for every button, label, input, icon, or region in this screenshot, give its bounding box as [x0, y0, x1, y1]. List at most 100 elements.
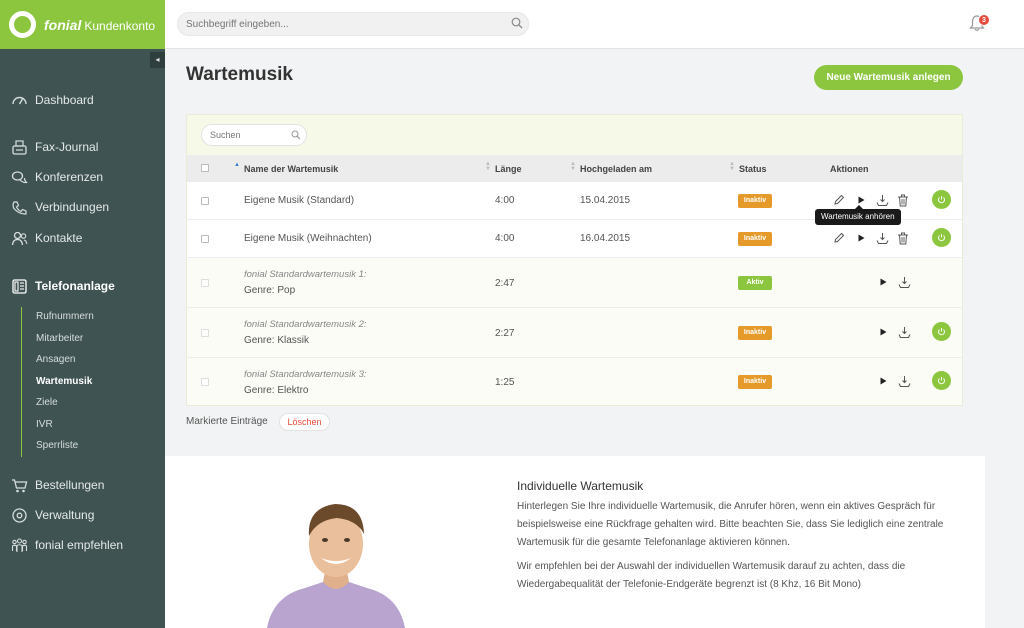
info-panel: Individuelle Wartemusik Hinterlegen Sie …	[165, 456, 985, 628]
sidebar-collapse-button[interactable]: ◂	[150, 52, 165, 68]
speedometer-icon	[10, 91, 28, 109]
sidebar-item-label: fonial empfehlen	[35, 538, 124, 552]
sidebar-subitem-sperrliste[interactable]: Sperrliste	[36, 440, 78, 451]
download-icon[interactable]	[875, 193, 889, 207]
row-length: 2:27	[495, 328, 515, 339]
sidebar-subitem-ivr[interactable]: IVR	[36, 419, 53, 430]
download-icon[interactable]	[897, 325, 911, 339]
sidebar-item-verwaltung[interactable]: Verwaltung	[10, 506, 94, 524]
power-icon[interactable]	[932, 190, 951, 209]
download-icon[interactable]	[897, 374, 911, 388]
table-header: ▲ Name der Wartemusik ▲ ▼ Länge ▲ ▼ Hochge…	[187, 155, 962, 181]
row-length: 1:25	[495, 377, 515, 388]
sidebar-item-dashboard[interactable]: Dashboard	[10, 91, 94, 109]
info-paragraph-2: Wir empfehlen bei der Auswahl der indivi…	[517, 558, 957, 594]
sidebar-subitem-wartemusik[interactable]: Wartemusik	[36, 376, 92, 387]
download-icon[interactable]	[897, 275, 911, 289]
power-icon[interactable]	[932, 322, 951, 341]
sort-icon[interactable]: ▲ ▼	[485, 161, 491, 172]
row-length: 4:00	[495, 195, 515, 206]
sidebar-subitem-mitarbeiter[interactable]: Mitarbeiter	[36, 333, 83, 344]
pencil-icon[interactable]	[832, 231, 846, 245]
info-line: Wir empfehlen bei der Auswahl der indivi…	[517, 561, 906, 572]
row-length: 2:47	[495, 278, 515, 289]
row-genre: Genre: Pop	[244, 285, 296, 296]
search-icon[interactable]	[291, 130, 301, 140]
sort-icon[interactable]: ▲ ▼	[570, 161, 576, 172]
column-header-actions: Aktionen	[830, 164, 869, 174]
sidebar-item-konferenzen[interactable]: Konferenzen	[10, 168, 103, 186]
row-name-line1: fonial Standardwartemusik 1:	[244, 269, 367, 280]
sidebar-item-verbindungen[interactable]: Verbindungen	[10, 198, 109, 216]
row-checkbox[interactable]	[201, 279, 209, 287]
logo[interactable]: fonial Kundenkonto	[0, 0, 165, 49]
table-row: fonial Standardwartemusik 3: Genre: Elek…	[187, 357, 962, 405]
info-line: beispielsweise eine Rückfrage gehalten w…	[517, 519, 944, 530]
row-checkbox[interactable]	[201, 235, 209, 243]
sort-asc-icon[interactable]: ▲	[234, 162, 240, 168]
info-line: Hinterlegen Sie Ihre individuelle Wartem…	[517, 501, 936, 512]
sidebar-item-label: Verwaltung	[35, 508, 95, 522]
fax-icon	[10, 138, 28, 156]
row-name-line1: fonial Standardwartemusik 3:	[244, 369, 367, 380]
sidebar-item-label: Konferenzen	[35, 170, 104, 184]
gear-icon	[10, 506, 28, 524]
sidebar-item-label: Verbindungen	[35, 200, 110, 214]
new-hold-music-button[interactable]: Neue Wartemusik anlegen	[814, 65, 963, 90]
bulk-actions-label: Markierte Einträge	[186, 416, 268, 427]
global-search-input[interactable]	[177, 12, 529, 36]
sidebar-item-fax-journal[interactable]: Fax-Journal	[10, 138, 98, 156]
notification-badge[interactable]: 3	[978, 14, 990, 26]
delete-selected-button[interactable]: Löschen	[279, 413, 330, 431]
row-checkbox[interactable]	[201, 329, 209, 337]
info-title: Individuelle Wartemusik	[517, 479, 644, 493]
trash-icon[interactable]	[896, 193, 910, 207]
sidebar-item-kontakte[interactable]: Kontakte	[10, 229, 82, 247]
play-tooltip: Wartemusik anhören	[815, 205, 901, 225]
column-header-length[interactable]: Länge	[495, 164, 522, 174]
play-icon[interactable]	[854, 231, 868, 245]
column-header-name[interactable]: Name der Wartemusik	[244, 164, 338, 174]
brand-name: fonial	[44, 16, 82, 33]
sidebar-subitem-rufnummern[interactable]: Rufnummern	[36, 311, 94, 322]
sidebar-subitem-ziele[interactable]: Ziele	[36, 397, 58, 408]
status-badge: Inaktiv	[738, 194, 772, 208]
row-uploaded: 15.04.2015	[580, 195, 631, 206]
table-row: fonial Standardwartemusik 2: Genre: Klas…	[187, 307, 962, 357]
status-badge: Inaktiv	[738, 375, 772, 389]
hold-music-table: ▲ Name der Wartemusik ▲▼ Länge ▲▼ Hochge…	[186, 114, 963, 406]
table-row: fonial Standardwartemusik 1: Genre: Pop …	[187, 257, 962, 307]
sidebar-item-bestellungen[interactable]: Bestellungen	[10, 476, 104, 494]
trash-icon[interactable]	[896, 231, 910, 245]
sidebar-item-label: Dashboard	[35, 93, 94, 107]
select-all-checkbox[interactable]	[201, 164, 209, 172]
power-icon[interactable]	[932, 371, 951, 390]
phone-icon	[10, 198, 28, 216]
row-genre: Genre: Klassik	[244, 335, 310, 346]
download-icon[interactable]	[875, 231, 889, 245]
play-icon[interactable]	[876, 325, 890, 339]
row-length: 4:00	[495, 233, 515, 244]
play-icon[interactable]	[876, 374, 890, 388]
play-icon[interactable]	[876, 275, 890, 289]
sidebar-item-fonial-empfehlen[interactable]: fonial empfehlen	[10, 536, 123, 554]
pencil-icon[interactable]	[832, 193, 846, 207]
power-icon[interactable]	[932, 228, 951, 247]
row-checkbox[interactable]	[201, 378, 209, 386]
sidebar-item-label: Fax-Journal	[35, 140, 99, 154]
sort-icon[interactable]: ▲ ▼	[729, 161, 735, 172]
sidebar-subitem-ansagen[interactable]: Ansagen	[36, 354, 75, 365]
status-badge: Inaktiv	[738, 326, 772, 340]
subnav-indicator-line	[21, 307, 22, 457]
row-checkbox[interactable]	[201, 197, 209, 205]
sidebar-item-telefonanlage[interactable]: Telefonanlage	[10, 277, 115, 295]
status-badge: Inaktiv	[738, 232, 772, 246]
sidebar-item-label: Kontakte	[35, 231, 83, 245]
contacts-icon	[10, 229, 28, 247]
column-header-uploaded[interactable]: Hochgeladen am	[580, 164, 652, 174]
search-icon[interactable]	[511, 17, 523, 29]
column-header-status[interactable]: Status	[739, 164, 767, 174]
row-genre: Genre: Elektro	[244, 385, 309, 396]
sidebar-item-label: Bestellungen	[35, 478, 105, 492]
fonial-logo-icon	[9, 11, 36, 38]
